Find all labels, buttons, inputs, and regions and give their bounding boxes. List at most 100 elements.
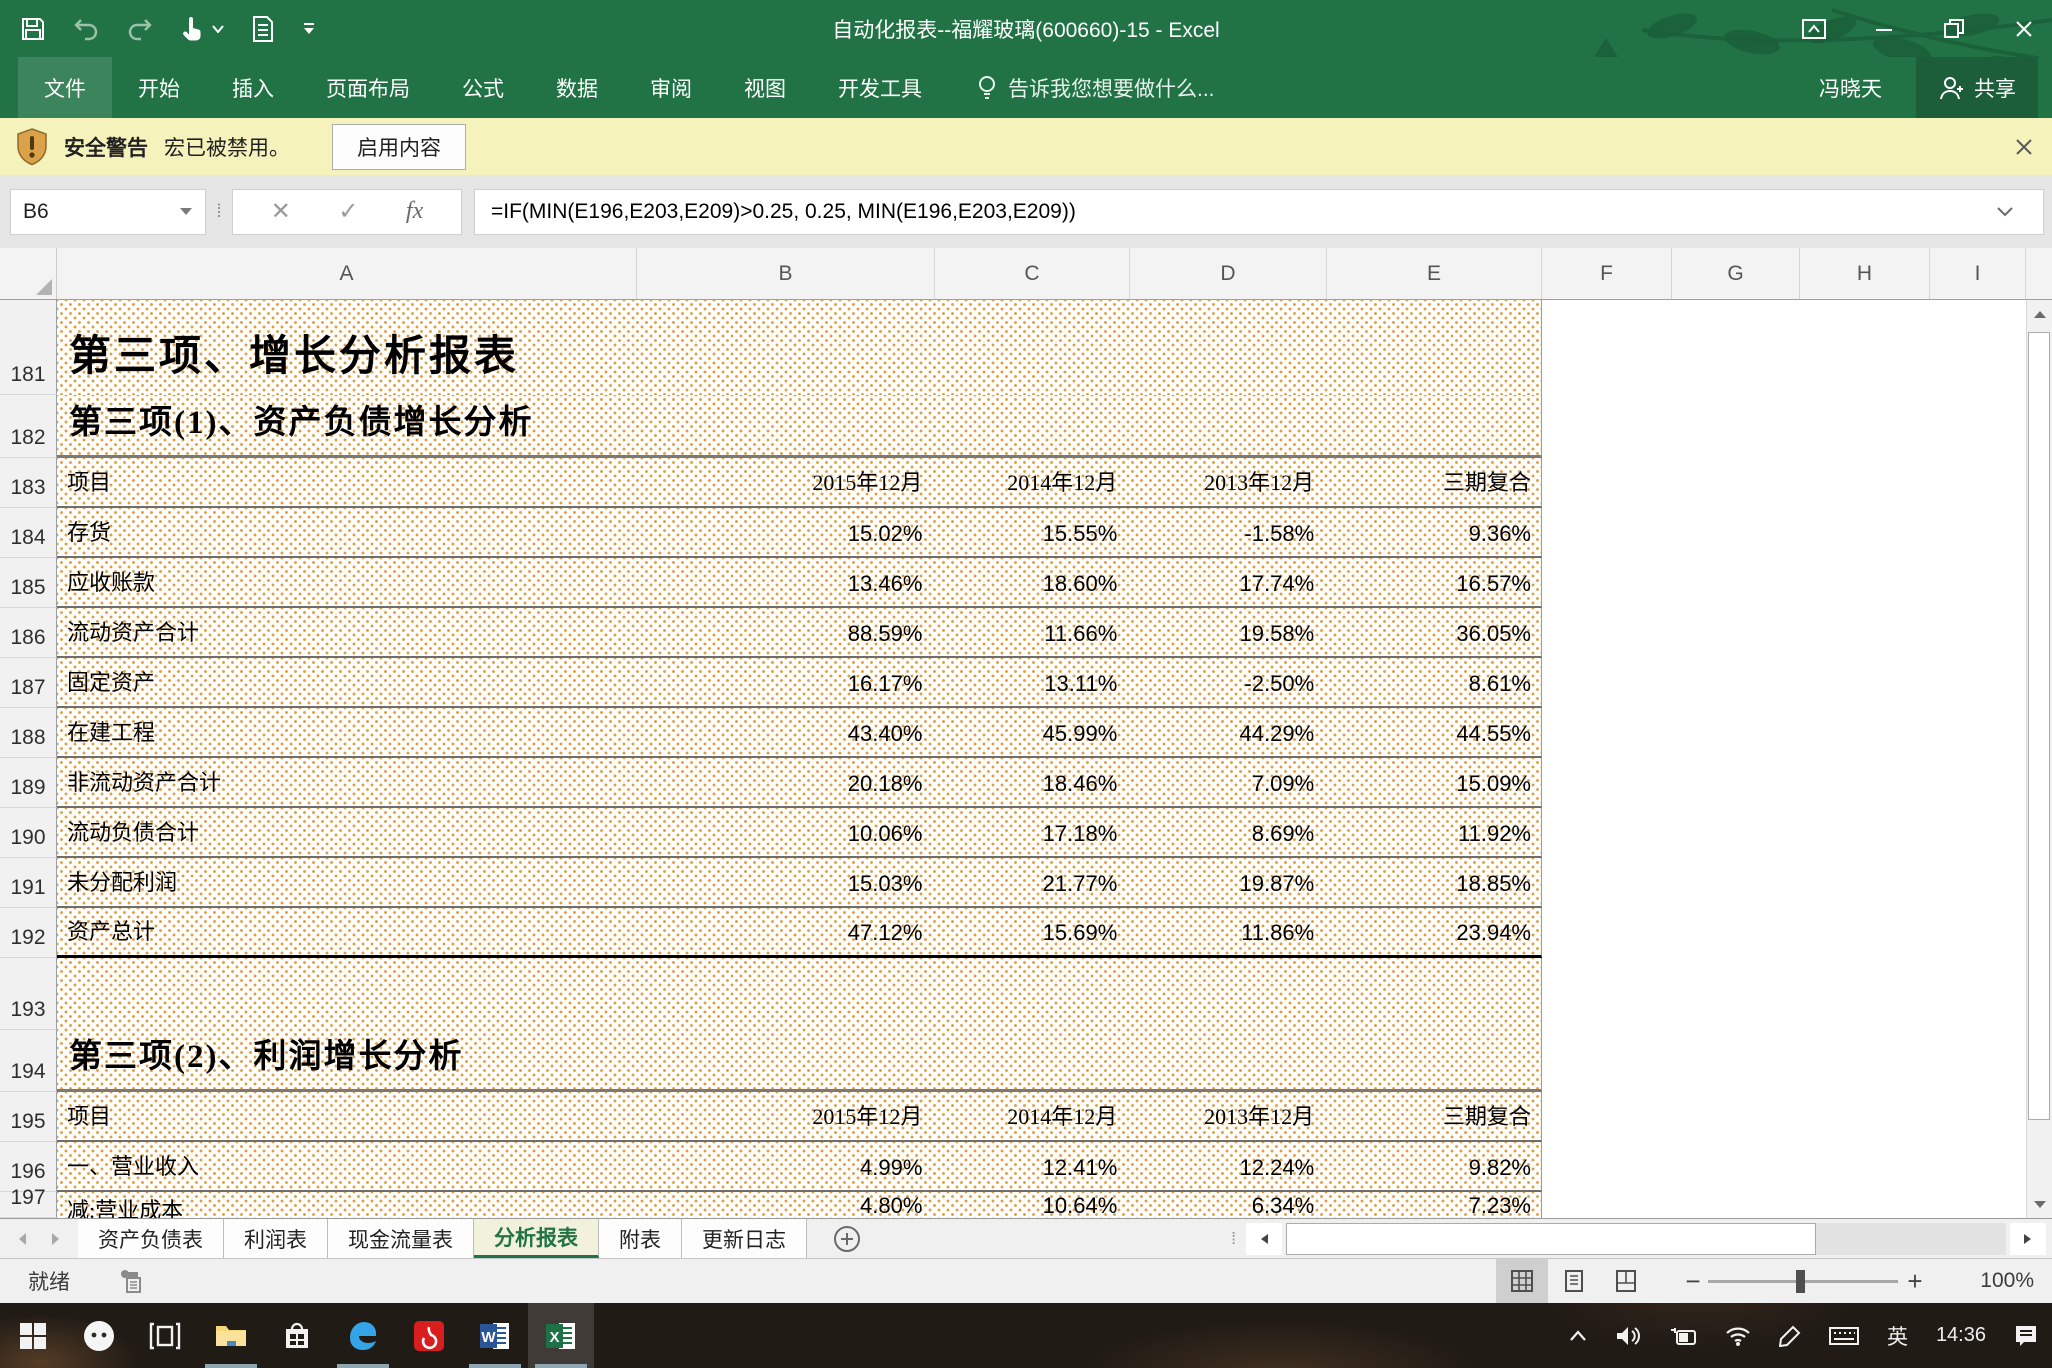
cell-C185[interactable]: 18.60% bbox=[934, 558, 1129, 606]
touch-keyboard-icon[interactable] bbox=[1829, 1325, 1859, 1347]
cell-A182[interactable]: 第三项(1)、资产负债增长分析 bbox=[57, 395, 1541, 455]
horizontal-scrollbar[interactable] bbox=[1246, 1219, 2046, 1258]
task-view-icon[interactable] bbox=[132, 1303, 198, 1368]
cell-B188[interactable]: 43.40% bbox=[637, 708, 935, 756]
scroll-down-icon[interactable] bbox=[2027, 1190, 2052, 1218]
cell-E191[interactable]: 18.85% bbox=[1326, 858, 1541, 906]
cell-B184[interactable]: 15.02% bbox=[637, 508, 935, 556]
macro-record-icon[interactable] bbox=[118, 1268, 144, 1294]
cell-B196[interactable]: 4.99% bbox=[637, 1142, 935, 1190]
cell-E189[interactable]: 15.09% bbox=[1326, 758, 1541, 806]
cell-D185[interactable]: 17.74% bbox=[1129, 558, 1326, 606]
cell-E186[interactable]: 36.05% bbox=[1326, 608, 1541, 656]
cell-B192[interactable]: 47.12% bbox=[637, 908, 935, 955]
row-header-186[interactable]: 186 bbox=[0, 608, 57, 658]
cell-A186[interactable]: 流动资产合计 bbox=[57, 608, 637, 656]
redo-icon[interactable] bbox=[126, 16, 154, 42]
cell-C197[interactable]: 10.64% bbox=[934, 1192, 1129, 1218]
ribbon-tab-视图[interactable]: 视图 bbox=[718, 57, 812, 118]
formula-input[interactable]: =IF(MIN(E196,E203,E209)>0.25, 0.25, MIN(… bbox=[474, 189, 2044, 235]
cell-D195[interactable]: 2013年12月 bbox=[1129, 1092, 1326, 1140]
next-sheet-icon[interactable] bbox=[50, 1232, 62, 1246]
cell-D190[interactable]: 8.69% bbox=[1129, 808, 1326, 856]
cell-C189[interactable]: 18.46% bbox=[934, 758, 1129, 806]
cell-A188[interactable]: 在建工程 bbox=[57, 708, 637, 756]
cell-A191[interactable]: 未分配利润 bbox=[57, 858, 637, 906]
cell-E184[interactable]: 9.36% bbox=[1326, 508, 1541, 556]
new-sheet-button[interactable] bbox=[807, 1219, 887, 1258]
row-header-194[interactable]: 194 bbox=[0, 1030, 57, 1093]
sheet-tab-资产负债表[interactable]: 资产负债表 bbox=[78, 1219, 224, 1258]
cell-E197[interactable]: 7.23% bbox=[1326, 1192, 1541, 1218]
expand-formula-bar-icon[interactable] bbox=[1983, 207, 2027, 217]
enable-content-button[interactable]: 启用内容 bbox=[332, 124, 466, 170]
ribbon-tab-开发工具[interactable]: 开发工具 bbox=[812, 57, 948, 118]
row-header-185[interactable]: 185 bbox=[0, 558, 57, 608]
signed-in-user[interactable]: 冯晓天 bbox=[1819, 73, 1882, 103]
cell-E187[interactable]: 8.61% bbox=[1326, 658, 1541, 706]
ribbon-tab-公式[interactable]: 公式 bbox=[436, 57, 530, 118]
start-button[interactable] bbox=[0, 1303, 66, 1368]
ribbon-display-options-icon[interactable] bbox=[1794, 9, 1834, 49]
action-center-icon[interactable] bbox=[2014, 1324, 2038, 1348]
tab-strip-splitter[interactable]: ⁞ bbox=[1221, 1219, 1246, 1258]
cell-C187[interactable]: 13.11% bbox=[934, 658, 1129, 706]
cell-A196[interactable]: 一、营业收入 bbox=[57, 1142, 637, 1190]
cell-E196[interactable]: 9.82% bbox=[1326, 1142, 1541, 1190]
row-header-197[interactable]: 197 bbox=[0, 1192, 57, 1218]
cell-A184[interactable]: 存货 bbox=[57, 508, 637, 556]
sheet-tab-分析报表[interactable]: 分析报表 bbox=[474, 1219, 599, 1258]
cell-A194[interactable]: 第三项(2)、利润增长分析 bbox=[57, 1030, 1541, 1090]
cell-A183[interactable]: 项目 bbox=[57, 458, 637, 506]
hidden-icons-chevron[interactable] bbox=[1569, 1330, 1587, 1342]
row-header-195[interactable]: 195 bbox=[0, 1092, 57, 1142]
cell-C184[interactable]: 15.55% bbox=[934, 508, 1129, 556]
cell-E192[interactable]: 23.94% bbox=[1326, 908, 1541, 955]
zoom-slider-handle[interactable] bbox=[1796, 1270, 1805, 1293]
zoom-out-icon[interactable]: − bbox=[1678, 1266, 1708, 1297]
ribbon-tab-开始[interactable]: 开始 bbox=[112, 57, 206, 118]
name-box[interactable]: B6 bbox=[10, 189, 206, 235]
cell-D197[interactable]: 6.34% bbox=[1129, 1192, 1326, 1218]
cell-D189[interactable]: 7.09% bbox=[1129, 758, 1326, 806]
row-header-192[interactable]: 192 bbox=[0, 908, 57, 958]
cell-E190[interactable]: 11.92% bbox=[1326, 808, 1541, 856]
row-header-183[interactable]: 183 bbox=[0, 458, 57, 508]
power-icon[interactable] bbox=[1669, 1325, 1697, 1347]
confirm-entry-icon[interactable]: ✓ bbox=[338, 197, 358, 226]
page-layout-view-icon[interactable] bbox=[1548, 1259, 1600, 1304]
cell-D186[interactable]: 19.58% bbox=[1129, 608, 1326, 656]
cancel-entry-icon[interactable]: ✕ bbox=[271, 197, 291, 226]
cell-D187[interactable]: -2.50% bbox=[1129, 658, 1326, 706]
cell-E188[interactable]: 44.55% bbox=[1326, 708, 1541, 756]
save-icon[interactable] bbox=[20, 16, 46, 42]
cell-B189[interactable]: 20.18% bbox=[637, 758, 935, 806]
file-explorer-icon[interactable] bbox=[198, 1303, 264, 1368]
cortana-icon[interactable] bbox=[66, 1303, 132, 1368]
vertical-scroll-thumb[interactable] bbox=[2028, 332, 2050, 1120]
minimize-icon[interactable] bbox=[1864, 9, 1904, 49]
column-header-C[interactable]: C bbox=[935, 248, 1130, 299]
clock[interactable]: 14:36 bbox=[1936, 1324, 1986, 1347]
zoom-slider[interactable] bbox=[1708, 1259, 1898, 1304]
ribbon-tab-页面布局[interactable]: 页面布局 bbox=[300, 57, 436, 118]
cell-A181[interactable]: 第三项、增长分析报表 bbox=[57, 300, 1541, 395]
cell-D183[interactable]: 2013年12月 bbox=[1129, 458, 1326, 506]
row-header-191[interactable]: 191 bbox=[0, 858, 57, 908]
column-header-F[interactable]: F bbox=[1542, 248, 1672, 299]
word-icon[interactable]: W bbox=[462, 1303, 528, 1368]
row-header-184[interactable]: 184 bbox=[0, 508, 57, 558]
pen-icon[interactable] bbox=[1779, 1325, 1801, 1347]
ribbon-tab-审阅[interactable]: 审阅 bbox=[624, 57, 718, 118]
cell-A187[interactable]: 固定资产 bbox=[57, 658, 637, 706]
page-break-preview-icon[interactable] bbox=[1600, 1259, 1652, 1304]
cell-A192[interactable]: 资产总计 bbox=[57, 908, 637, 955]
sheet-tab-附表[interactable]: 附表 bbox=[599, 1219, 682, 1258]
cell-C186[interactable]: 11.66% bbox=[934, 608, 1129, 656]
column-header-H[interactable]: H bbox=[1800, 248, 1930, 299]
volume-icon[interactable] bbox=[1615, 1325, 1641, 1347]
cell-A185[interactable]: 应收账款 bbox=[57, 558, 637, 606]
row-header-190[interactable]: 190 bbox=[0, 808, 57, 858]
cell-E185[interactable]: 16.57% bbox=[1326, 558, 1541, 606]
name-box-dropdown-icon[interactable] bbox=[179, 207, 193, 216]
